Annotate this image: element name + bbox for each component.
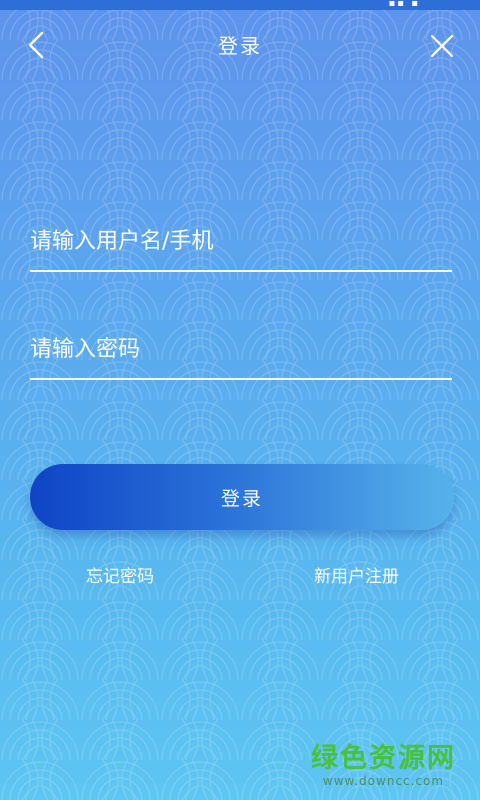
watermark-name: 绿色资源网 [311, 743, 456, 774]
wave-pattern-background [0, 0, 480, 800]
status-bar: ▪▪ ▪ [0, 0, 480, 10]
username-field-container [30, 214, 452, 272]
page-title: 登录 [218, 34, 262, 58]
username-input[interactable] [30, 224, 452, 258]
watermark-url: www.downcc.com [322, 774, 445, 788]
header-bar: 登录 [0, 22, 480, 68]
close-button[interactable] [426, 30, 458, 62]
password-input[interactable] [30, 332, 452, 366]
password-field-container [30, 322, 452, 380]
close-icon [430, 34, 454, 58]
forgot-password-link[interactable]: 忘记密码 [86, 562, 154, 587]
login-screen: ▪▪ ▪ 登录 登录 忘记密码 新用户注册 绿色资源网 www.downcc.c… [0, 0, 480, 800]
status-icons: ▪▪ ▪ [388, 0, 420, 9]
register-link[interactable]: 新用户注册 [314, 562, 399, 587]
watermark-logo: 绿色资源网 www.downcc.com [311, 743, 456, 789]
login-button[interactable]: 登录 [30, 464, 454, 530]
